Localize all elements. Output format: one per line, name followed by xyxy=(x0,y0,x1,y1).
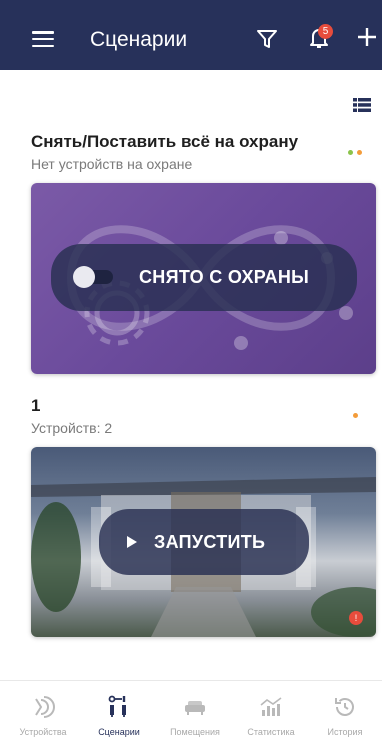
page-title: Сценарии xyxy=(90,28,188,51)
disarm-status-button[interactable]: СНЯТО С ОХРАНЫ xyxy=(51,244,357,311)
nav-label: История xyxy=(327,727,363,737)
nav-label: Сценарии xyxy=(98,727,140,737)
scenario-card-run[interactable]: ЗАПУСТИТЬ ! xyxy=(31,447,376,637)
devices-icon xyxy=(35,696,55,718)
rooms-icon xyxy=(185,701,205,715)
scenario-subtitle: Устройств: 2 xyxy=(31,420,113,436)
scenarios-icon xyxy=(108,695,126,717)
nav-label: Статистика xyxy=(247,727,295,737)
nav-label: Устройства xyxy=(19,727,67,737)
bottom-nav: Устройства Сценарии Помещения Статистика… xyxy=(0,680,382,744)
play-icon xyxy=(127,536,137,548)
status-dot-orange xyxy=(357,150,362,155)
status-dot-green xyxy=(348,150,353,155)
list-view-icon[interactable] xyxy=(353,98,371,117)
error-badge: ! xyxy=(349,611,363,625)
scenario-subtitle: Нет устройств на охране xyxy=(31,156,193,172)
run-scenario-button[interactable]: ЗАПУСТИТЬ xyxy=(99,509,309,575)
notification-badge: 5 xyxy=(318,24,333,39)
scenario-title: 1 xyxy=(31,396,41,415)
scenario-card-arm[interactable]: СНЯТО С ОХРАНЫ xyxy=(31,183,376,374)
arm-status-label: СНЯТО С ОХРАНЫ xyxy=(139,267,310,287)
status-dot-orange xyxy=(353,413,358,418)
arm-toggle[interactable] xyxy=(73,266,113,288)
run-label: ЗАПУСТИТЬ xyxy=(154,532,266,552)
app-header: Сценарии 5 xyxy=(0,0,382,70)
add-scenario-button[interactable] xyxy=(356,26,378,53)
statistics-icon xyxy=(260,697,282,716)
menu-icon[interactable] xyxy=(32,31,54,48)
toggle-knob xyxy=(73,266,95,288)
filter-icon[interactable] xyxy=(256,28,278,55)
history-icon xyxy=(335,698,354,716)
scenario-title: Снять/Поставить всё на охрану xyxy=(31,132,299,151)
nav-label: Помещения xyxy=(170,727,220,737)
